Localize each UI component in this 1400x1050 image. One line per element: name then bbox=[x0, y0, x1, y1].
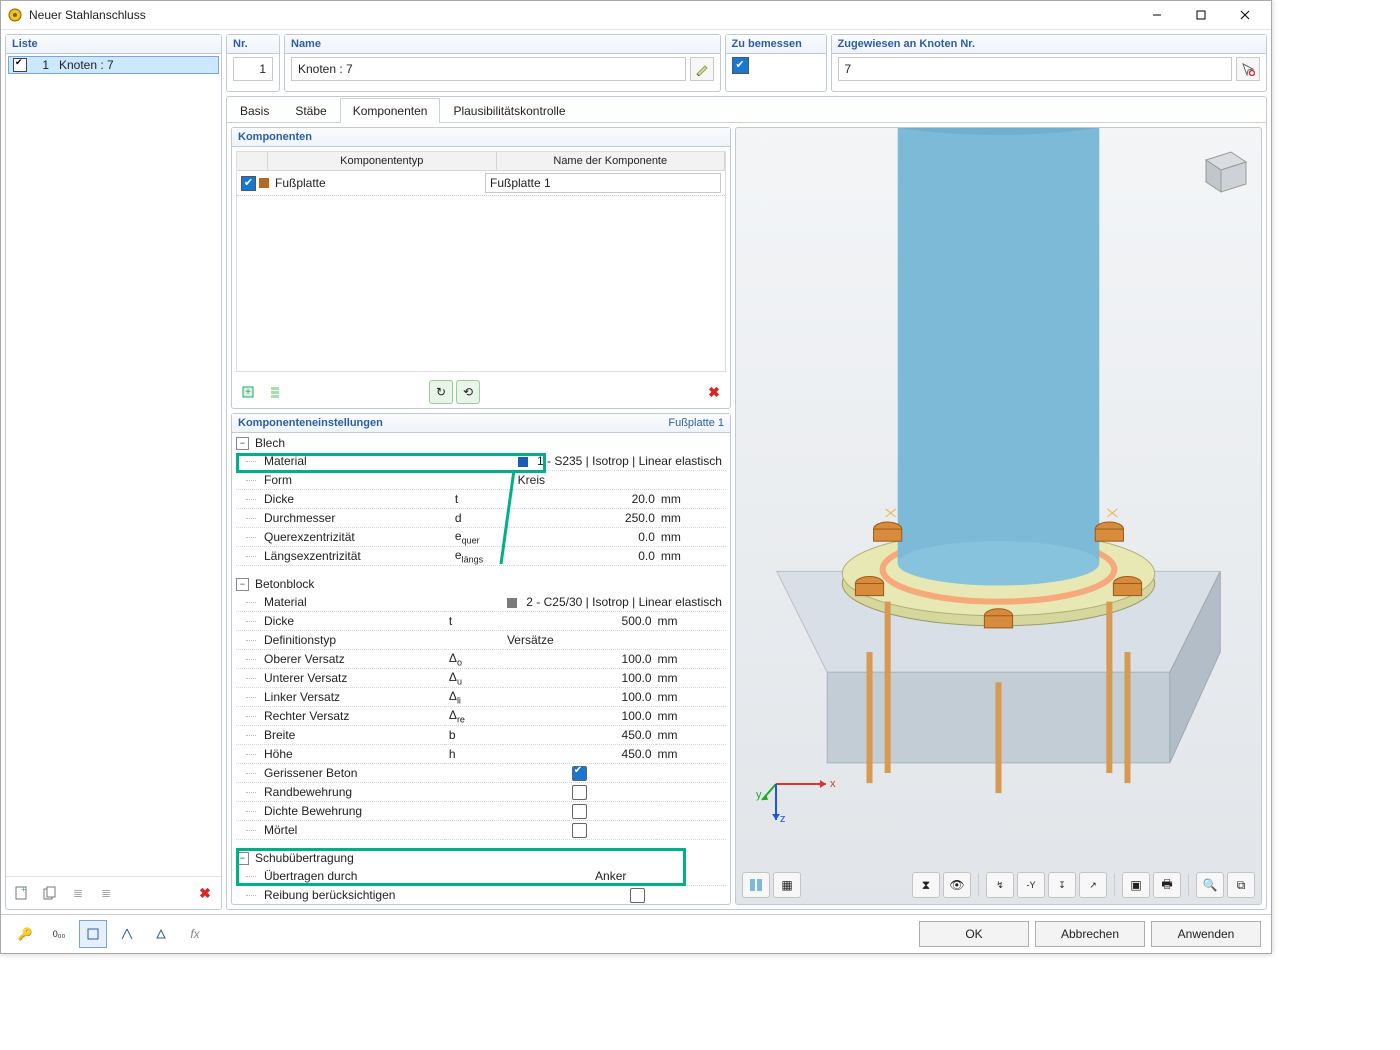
time-button[interactable]: ⧗ bbox=[912, 872, 940, 898]
col-name: Name der Komponente bbox=[497, 152, 726, 170]
component-table[interactable]: Komponententyp Name der Komponente ✔ Fuß… bbox=[236, 151, 726, 372]
window-title: Neuer Stahlanschluss bbox=[29, 8, 1135, 22]
panel-komponenten-header: Komponenten bbox=[232, 128, 730, 147]
refresh-button[interactable]: ↻ bbox=[429, 380, 453, 404]
list-new-button[interactable]: + bbox=[10, 881, 34, 905]
axes-triad: x y z bbox=[756, 744, 836, 824]
print-button[interactable]: 🖶 bbox=[1153, 872, 1181, 898]
tab-komponenten[interactable]: Komponenten bbox=[340, 98, 441, 123]
svg-text:x: x bbox=[830, 778, 836, 790]
detach-view-button[interactable]: ⧉ bbox=[1227, 872, 1255, 898]
apply-component-button[interactable]: ⟲ bbox=[456, 380, 480, 404]
delete-component-button[interactable]: ✖ bbox=[702, 380, 726, 404]
unit-button[interactable]: 0₀₀ bbox=[45, 920, 73, 948]
list-cmp1-button: ≣ bbox=[66, 881, 90, 905]
ok-button[interactable]: OK bbox=[919, 921, 1029, 947]
settings-title: Komponenteneinstellungen bbox=[238, 417, 383, 429]
view-toolbar: ▦ ⧗ 👁 ↯ -Y ↧ ↗ ▣ bbox=[742, 872, 1255, 898]
component-type: Fußplatte bbox=[275, 176, 326, 190]
pick-node-button[interactable] bbox=[1236, 57, 1260, 81]
axis-xyz-button[interactable]: ↯ bbox=[986, 872, 1014, 898]
list-item[interactable]: 1 Knoten : 7 bbox=[8, 56, 219, 74]
cube-view-button[interactable]: ▣ bbox=[1122, 872, 1150, 898]
panel-liste: Liste 1 Knoten : 7 + ≣ ≣ ✖ bbox=[5, 34, 222, 910]
viewcube[interactable] bbox=[1191, 140, 1251, 200]
panel-zugewiesen: Zugewiesen an Knoten Nr. 7 bbox=[831, 34, 1268, 92]
apply-button[interactable]: Anwenden bbox=[1151, 921, 1261, 947]
view-eye-button[interactable]: 👁 bbox=[943, 872, 971, 898]
axis-y-button[interactable]: -Y bbox=[1017, 872, 1045, 898]
list-cmp2-button: ≣ bbox=[94, 881, 118, 905]
svg-text:y: y bbox=[756, 789, 762, 801]
zoom-extents-button[interactable]: 🔍 bbox=[1196, 872, 1224, 898]
list-item-label: Knoten : 7 bbox=[49, 58, 114, 72]
footer: 🔑 0₀₀ fx OK Abbrechen Anwenden bbox=[1, 914, 1271, 953]
panel-liste-header: Liste bbox=[6, 35, 221, 54]
svg-text:+: + bbox=[21, 886, 26, 894]
property-group[interactable]: −Betonblock bbox=[236, 574, 726, 593]
panel-name-header: Name bbox=[285, 35, 720, 54]
list-item-index: 1 bbox=[33, 58, 49, 72]
add-list-button[interactable] bbox=[263, 380, 287, 404]
view-members-button[interactable] bbox=[742, 872, 770, 898]
list-item-checkbox[interactable] bbox=[13, 58, 27, 72]
property-group[interactable]: −Schubübertragung bbox=[236, 848, 726, 867]
list-copy-button[interactable] bbox=[38, 881, 62, 905]
fx-button[interactable]: fx bbox=[181, 920, 209, 948]
table-row[interactable]: ✔ Fußplatte Fußplatte 1 bbox=[237, 171, 725, 196]
app-icon bbox=[7, 7, 23, 23]
close-button[interactable] bbox=[1223, 1, 1267, 29]
property-group[interactable]: −Blech bbox=[236, 433, 726, 452]
panel-nr-header: Nr. bbox=[227, 35, 279, 54]
list-area: 1 Knoten : 7 bbox=[6, 54, 221, 876]
tab-plausibilitaet[interactable]: Plausibilitätskontrolle bbox=[440, 98, 578, 123]
cancel-button[interactable]: Abbrechen bbox=[1035, 921, 1145, 947]
zugewiesen-input[interactable]: 7 bbox=[838, 57, 1233, 81]
zu-bemessen-checkbox[interactable]: ✔ bbox=[732, 57, 749, 74]
maximize-button[interactable] bbox=[1179, 1, 1223, 29]
panel-zu-bemessen: Zu bemessen ✔ bbox=[725, 34, 827, 92]
axis-z-button[interactable]: ↧ bbox=[1048, 872, 1076, 898]
list-delete-button[interactable]: ✖ bbox=[193, 881, 217, 905]
nr-value: 1 bbox=[233, 57, 273, 81]
edit-name-button[interactable] bbox=[690, 57, 714, 81]
mode-2d-button[interactable] bbox=[79, 920, 107, 948]
panel-komponenten: Komponenten Komponententyp Name der Komp… bbox=[231, 127, 731, 409]
svg-text:+: + bbox=[245, 387, 251, 398]
tabs: Basis Stäbe Komponenten Plausibilitätsko… bbox=[227, 97, 1266, 123]
viewport-3d[interactable]: x y z ▦ ⧗ bbox=[735, 127, 1262, 905]
name-input[interactable]: Knoten : 7 bbox=[291, 57, 686, 81]
component-name-input[interactable]: Fußplatte 1 bbox=[485, 173, 721, 193]
panel-name: Name Knoten : 7 bbox=[284, 34, 721, 92]
component-color-swatch bbox=[259, 178, 269, 188]
panel-settings: Komponenteneinstellungen Fußplatte 1 −Bl… bbox=[231, 413, 731, 905]
property-grid[interactable]: −Blech Material 1 - S235 | Isotrop | Lin… bbox=[232, 433, 730, 904]
axis-iso-button[interactable]: ↗ bbox=[1079, 872, 1107, 898]
minimize-button[interactable] bbox=[1135, 1, 1179, 29]
tab-basis[interactable]: Basis bbox=[227, 98, 282, 123]
titlebar: Neuer Stahlanschluss bbox=[1, 1, 1271, 30]
panel-nr: Nr. 1 bbox=[226, 34, 280, 92]
mode-frame-button[interactable] bbox=[113, 920, 141, 948]
row-active-checkbox[interactable]: ✔ bbox=[241, 176, 256, 191]
add-component-button[interactable]: + bbox=[236, 380, 260, 404]
view-results-button[interactable]: ▦ bbox=[773, 872, 801, 898]
col-typ: Komponententyp bbox=[268, 152, 497, 170]
tab-staebe[interactable]: Stäbe bbox=[282, 98, 339, 123]
key-icon[interactable]: 🔑 bbox=[11, 920, 39, 948]
svg-text:z: z bbox=[780, 813, 786, 824]
settings-subtitle: Fußplatte 1 bbox=[668, 417, 724, 429]
panel-zb-header: Zu bemessen bbox=[726, 35, 826, 54]
panel-zg-header: Zugewiesen an Knoten Nr. bbox=[832, 35, 1267, 54]
mode-3d-button[interactable] bbox=[147, 920, 175, 948]
